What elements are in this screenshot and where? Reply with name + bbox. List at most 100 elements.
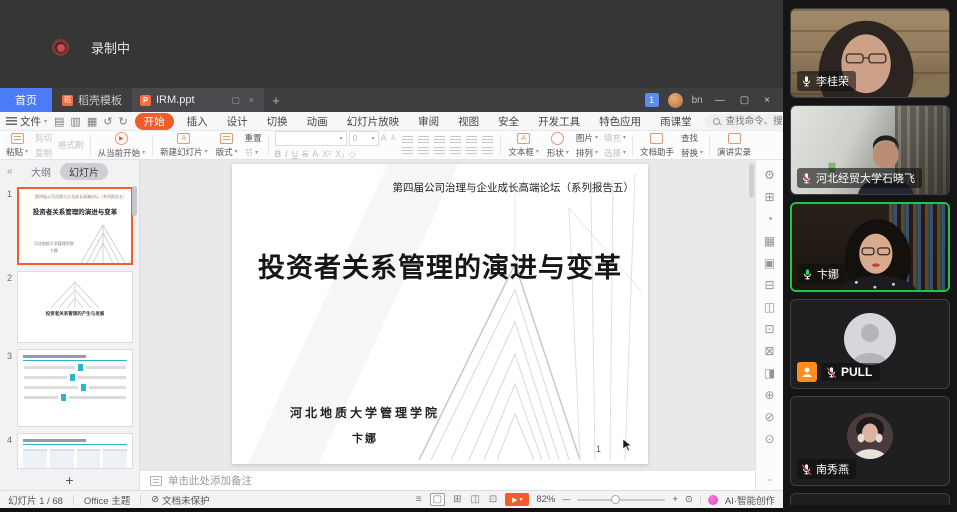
file-menu[interactable]: 文件 ▾ bbox=[6, 114, 47, 129]
slide-editor[interactable]: 第四届公司治理与企业成长高端论坛（系列报告五） 投资者关系管理的演进与变革 河北… bbox=[232, 164, 648, 464]
slide-thumbnail-3[interactable] bbox=[17, 349, 133, 427]
minimize-button[interactable]: — bbox=[712, 95, 728, 106]
shapes-button[interactable]: 形状▾ bbox=[543, 132, 573, 159]
cut-button[interactable]: 剪切 bbox=[35, 132, 52, 144]
slideshow-play-button[interactable]: ▶▾ bbox=[505, 493, 529, 506]
thumbnail-scrollbar[interactable] bbox=[132, 186, 137, 216]
fit-to-window-icon[interactable]: ⊙ bbox=[685, 494, 693, 505]
reading-view-icon[interactable]: ◫ bbox=[469, 494, 480, 505]
paste-button[interactable]: 粘贴▾ bbox=[2, 133, 32, 158]
panel-collapse-icon[interactable]: « bbox=[7, 166, 13, 177]
ai-assistant-label[interactable]: AI·智能创作 bbox=[725, 493, 775, 507]
strike-button[interactable]: S bbox=[302, 149, 308, 159]
section-button[interactable]: 节 bbox=[245, 147, 254, 159]
notes-pane-icon[interactable]: ⊡ bbox=[764, 322, 774, 336]
chart-icon[interactable]: ▣ bbox=[764, 256, 775, 270]
font-name-combo[interactable]: ▾ bbox=[275, 131, 347, 146]
tab-document[interactable]: P IRM.ppt ▢ × bbox=[132, 88, 264, 112]
ribbon-tab-devtools[interactable]: 开发工具 bbox=[532, 113, 586, 130]
grid-icon[interactable]: ▦ bbox=[764, 234, 775, 248]
more-tools-icon[interactable]: ⌄ bbox=[766, 473, 774, 484]
notes-view-icon[interactable]: ≡ bbox=[415, 494, 423, 505]
tab-close-icon[interactable]: × bbox=[247, 95, 256, 105]
text-direction-icon[interactable] bbox=[482, 136, 493, 144]
clock-icon[interactable]: ⊘ bbox=[764, 410, 774, 424]
outline-tab[interactable]: 大纲 bbox=[31, 164, 51, 179]
zoom-in-button[interactable]: + bbox=[672, 494, 678, 505]
preview-icon[interactable]: ▦ bbox=[87, 115, 97, 128]
increase-font-icon[interactable]: A bbox=[381, 133, 387, 143]
notes-bar[interactable]: 单击此处添加备注 bbox=[140, 470, 755, 490]
ribbon-tab-view[interactable]: 视图 bbox=[452, 113, 485, 130]
ribbon-tab-slideshow[interactable]: 幻灯片放映 bbox=[341, 113, 406, 130]
indent-increase-icon[interactable] bbox=[450, 136, 461, 144]
indent-decrease-icon[interactable] bbox=[434, 136, 445, 144]
play-from-current-button[interactable]: ▶ 从当前开始▾ bbox=[94, 132, 150, 159]
reset-button[interactable]: 重置 bbox=[245, 132, 262, 144]
ribbon-tab-security[interactable]: 安全 bbox=[492, 113, 525, 130]
normal-view-icon[interactable]: ▢ bbox=[430, 493, 445, 506]
add-slide-button[interactable]: + bbox=[0, 473, 139, 490]
lecture-record-button[interactable]: 演讲实录 bbox=[713, 133, 755, 158]
zoom-slider-handle[interactable] bbox=[611, 495, 620, 504]
new-slide-button[interactable]: 新建幻灯片▾ bbox=[156, 133, 212, 158]
presenter-view-icon[interactable]: ⊡ bbox=[488, 494, 498, 505]
bold-button[interactable]: B bbox=[275, 149, 282, 159]
ribbon-tab-review[interactable]: 审阅 bbox=[412, 113, 445, 130]
layout-button[interactable]: 版式▾ bbox=[212, 133, 242, 158]
theme-name[interactable]: Office 主题 bbox=[84, 493, 130, 507]
print-icon[interactable]: ▥ bbox=[70, 115, 80, 128]
italic-button[interactable]: I bbox=[285, 149, 288, 159]
notification-badge[interactable]: 1 bbox=[645, 93, 659, 107]
slide-thumbnail-2[interactable]: 投资者关系管理的产生与发展 bbox=[17, 271, 133, 343]
align-left-icon[interactable] bbox=[402, 147, 413, 155]
distribute-icon[interactable] bbox=[466, 147, 477, 155]
redo-icon[interactable]: ↻ bbox=[118, 115, 127, 128]
picture-button[interactable]: 图片 bbox=[576, 132, 593, 144]
slides-tab[interactable]: 幻灯片 bbox=[60, 163, 108, 180]
undo-icon[interactable]: ↺ bbox=[103, 115, 112, 128]
canvas-scrollbar[interactable] bbox=[749, 164, 754, 198]
zoom-level[interactable]: 82% bbox=[536, 494, 555, 505]
underline-button[interactable]: U bbox=[292, 149, 299, 159]
close-button[interactable]: × bbox=[761, 95, 773, 106]
slide-thumbnail-1[interactable]: 第四届公司治理与企业成长高端论坛（系列报告五） 投资者关系管理的演进与变革 河北… bbox=[17, 187, 133, 265]
clear-format-button[interactable]: ◇ bbox=[349, 149, 356, 160]
numbering-icon[interactable] bbox=[418, 136, 429, 144]
copy-button[interactable]: 复制 bbox=[35, 147, 52, 159]
participant-tile-ligirong[interactable]: 李桂荣 bbox=[790, 8, 950, 98]
ribbon-tab-home[interactable]: 开始 bbox=[135, 113, 174, 130]
image-pane-icon[interactable]: ⊠ bbox=[764, 344, 774, 358]
superscript-button[interactable]: X² bbox=[322, 149, 331, 159]
plugin-icon[interactable]: ⊕ bbox=[764, 388, 774, 402]
zoom-out-button[interactable]: — bbox=[562, 495, 570, 504]
help-pane-icon[interactable]: ⊙ bbox=[764, 432, 774, 446]
subscript-button[interactable]: X₂ bbox=[335, 149, 345, 159]
ribbon-tab-transition[interactable]: 切换 bbox=[261, 113, 294, 130]
participant-tile-bianna[interactable]: 卞娜 bbox=[790, 202, 950, 292]
participant-tile-shixiaofei[interactable]: 河北经贸大学石晓飞 bbox=[790, 105, 950, 195]
color-scheme-icon[interactable]: ◔ bbox=[766, 212, 773, 226]
ribbon-tab-features[interactable]: 特色应用 bbox=[593, 113, 647, 130]
user-avatar[interactable] bbox=[668, 93, 683, 108]
new-doc-icon[interactable]: ▤ bbox=[54, 115, 64, 128]
tab-docer-templates[interactable]: 稻 稻壳模板 bbox=[52, 88, 132, 112]
text-box-button[interactable]: 文本框▾ bbox=[504, 133, 543, 158]
bullets-icon[interactable] bbox=[402, 136, 413, 144]
ribbon-tab-animation[interactable]: 动画 bbox=[301, 113, 334, 130]
settings-icon[interactable]: ⚙ bbox=[764, 168, 775, 182]
align-center-icon[interactable] bbox=[418, 147, 429, 155]
participant-tile-partial[interactable] bbox=[790, 493, 950, 505]
arrange-button[interactable]: 排列 bbox=[576, 147, 593, 159]
participant-tile-nanxiuyan[interactable]: 南秀燕 bbox=[790, 396, 950, 486]
find-button[interactable]: 查找 bbox=[681, 132, 703, 144]
justify-icon[interactable] bbox=[450, 147, 461, 155]
slide-sorter-icon[interactable]: ⊞ bbox=[452, 494, 462, 505]
align-right-icon[interactable] bbox=[434, 147, 445, 155]
ribbon-tab-insert[interactable]: 插入 bbox=[181, 113, 214, 130]
columns-icon[interactable] bbox=[482, 147, 493, 155]
restore-button[interactable]: ▢ bbox=[737, 95, 752, 106]
participant-tile-pull[interactable]: PULL bbox=[790, 299, 950, 389]
line-spacing-icon[interactable] bbox=[466, 136, 477, 144]
doc-assistant-button[interactable]: 文档助手 bbox=[636, 133, 678, 158]
